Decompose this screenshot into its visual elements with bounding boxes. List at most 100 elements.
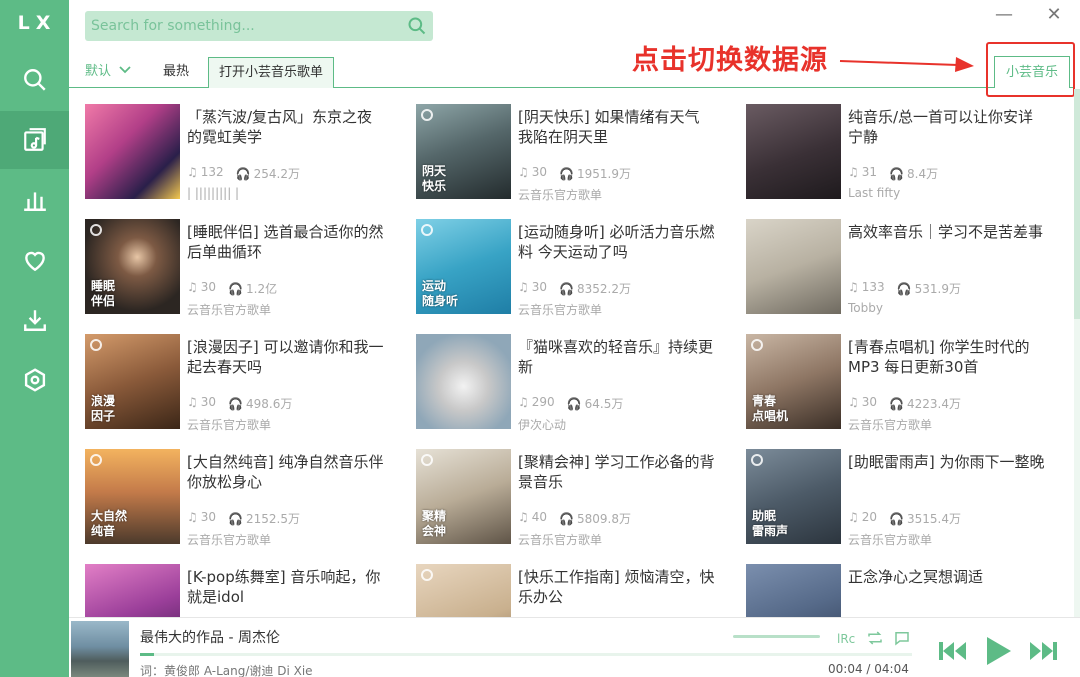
- play-count: 🎧 531.9万: [897, 280, 961, 297]
- playlist-cover[interactable]: 助眠 雷雨声: [746, 449, 841, 544]
- song-count-value: 30: [531, 280, 548, 294]
- playlist-card[interactable]: 纯音乐/总一首可以让你安详宁静 ♫ 31 🎧 8.4万 Last fifty: [746, 104, 1066, 214]
- playlist-cover[interactable]: 浪漫 因子: [85, 334, 180, 429]
- playlist-title[interactable]: 纯音乐/总一首可以让你安详宁静: [848, 107, 1048, 147]
- sort-label: 默认: [85, 64, 112, 79]
- song-count: ♫ 31: [848, 165, 877, 182]
- playlist-cover[interactable]: 阴天 快乐: [416, 104, 511, 199]
- player-title[interactable]: 最伟大的作品 - 周杰伦: [140, 627, 280, 647]
- comment-icon[interactable]: [893, 629, 911, 647]
- playlist-title[interactable]: [助眠雷雨声] 为你雨下一整晚: [848, 452, 1048, 472]
- volume-slider[interactable]: [733, 635, 820, 638]
- playlist-meta: ♫ 30 🎧 8352.2万: [518, 280, 728, 297]
- playlist-cover[interactable]: [746, 564, 841, 617]
- music-note-icon: ♫: [187, 395, 198, 409]
- playlist-cover[interactable]: 运动 随身听: [416, 219, 511, 314]
- nav-leaderboard[interactable]: [0, 171, 69, 229]
- playlist-title[interactable]: [运动随身听] 必听活力音乐燃料 今天运动了吗: [518, 222, 718, 262]
- scrollbar-thumb[interactable]: [1074, 89, 1080, 319]
- close-button[interactable]: ✕: [1044, 6, 1064, 26]
- playlist-title[interactable]: [浪漫因子] 可以邀请你和我一起去春天吗: [187, 337, 387, 377]
- playlist-card[interactable]: 睡眠 伴侣 [睡眠伴侣] 选首最合适你的然后单曲循环 ♫ 30 🎧 1.2亿 云音乐官方歌单: [85, 219, 405, 329]
- playlist-meta: ♫ 30 🎧 4223.4万: [848, 395, 1058, 412]
- search-input[interactable]: [85, 11, 395, 41]
- player-lyric: 词：黄俊郎 A-Lang/谢迪 Di Xie: [140, 664, 313, 677]
- playlist-cover[interactable]: 聚精 会神: [416, 449, 511, 544]
- playlist-title[interactable]: [阴天快乐] 如果情绪有天气 我陷在阴天里: [518, 107, 718, 147]
- cover-caption: 浪漫 因子: [91, 394, 116, 423]
- play-icon[interactable]: [983, 635, 1013, 667]
- playlist-cover[interactable]: [746, 219, 841, 314]
- playlist-card[interactable]: 浪漫 因子 [浪漫因子] 可以邀请你和我一起去春天吗 ♫ 30 🎧 498.6万 云音乐官方…: [85, 334, 405, 444]
- nav-download[interactable]: [0, 291, 69, 349]
- music-note-icon: ♫: [518, 165, 529, 179]
- playlist-cover[interactable]: 睡眠 伴侣: [85, 219, 180, 314]
- playlist-card[interactable]: [快乐工作指南] 烦恼清空，快乐办公: [416, 564, 736, 617]
- playlist-cover[interactable]: [85, 104, 180, 199]
- playlist-card[interactable]: [K-pop练舞室] 音乐响起，你就是idol: [85, 564, 405, 617]
- playlist-title[interactable]: 正念净心之冥想调适: [848, 567, 1048, 587]
- previous-icon[interactable]: [937, 638, 969, 664]
- playlist-title[interactable]: [快乐工作指南] 烦恼清空，快乐办公: [518, 567, 718, 607]
- repeat-icon[interactable]: [866, 629, 884, 647]
- music-note-icon: ♫: [187, 510, 198, 524]
- next-icon[interactable]: [1027, 638, 1059, 664]
- sidebar: LX: [0, 0, 69, 677]
- playlist-card[interactable]: 运动 随身听 [运动随身听] 必听活力音乐燃料 今天运动了吗 ♫ 30 🎧 8352.2万…: [416, 219, 736, 329]
- playlist-cover[interactable]: [746, 104, 841, 199]
- playlist-title[interactable]: [青春点唱机] 你学生时代的MP3 每日更新30首: [848, 337, 1048, 377]
- nav-settings[interactable]: [0, 351, 69, 409]
- playlist-card[interactable]: 正念净心之冥想调适: [746, 564, 1066, 617]
- nav-songlist[interactable]: [0, 111, 69, 169]
- playlist-cover[interactable]: [416, 334, 511, 429]
- minimize-button[interactable]: —: [994, 6, 1014, 26]
- songlist-icon: [23, 128, 46, 151]
- playlist-title[interactable]: 「蒸汽波/复古风」东京之夜的霓虹美学: [187, 107, 387, 147]
- playlist-title[interactable]: [K-pop练舞室] 音乐响起，你就是idol: [187, 567, 387, 607]
- music-note-icon: ♫: [848, 165, 859, 179]
- playlist-card[interactable]: 聚精 会神 [聚精会神] 学习工作必备的背景音乐 ♫ 40 🎧 5809.8万 云音乐官方歌…: [416, 449, 736, 559]
- playlist-card[interactable]: 「蒸汽波/复古风」东京之夜的霓虹美学 ♫ 132 🎧 254.2万 | |||||||||…: [85, 104, 405, 214]
- headphones-icon: 🎧: [228, 397, 243, 411]
- scrollbar[interactable]: [1074, 89, 1080, 617]
- search-icon[interactable]: [407, 16, 427, 36]
- playlist-cover[interactable]: [85, 564, 180, 617]
- playlist-meta: ♫ 20 🎧 3515.4万: [848, 510, 1058, 527]
- playlist-meta: ♫ 30 🎧 2152.5万: [187, 510, 397, 527]
- playlist-meta: ♫ 30 🎧 1951.9万: [518, 165, 728, 182]
- playlist-title[interactable]: 『猫咪喜欢的轻音乐』持续更新: [518, 337, 718, 377]
- playlist-author: 云音乐官方歌单: [187, 418, 272, 432]
- playlist-card[interactable]: 『猫咪喜欢的轻音乐』持续更新 ♫ 290 🎧 64.5万 伊次心动: [416, 334, 736, 444]
- play-count: 🎧 8.4万: [889, 165, 938, 182]
- playlist-meta: ♫ 30 🎧 498.6万: [187, 395, 397, 412]
- playlist-card[interactable]: 阴天 快乐 [阴天快乐] 如果情绪有天气 我陷在阴天里 ♫ 30 🎧 1951.9万 云音乐…: [416, 104, 736, 214]
- playlist-card[interactable]: 大自然 纯音 [大自然纯音] 纯净自然音乐伴你放松身心 ♫ 30 🎧 2152.5万 云音乐…: [85, 449, 405, 559]
- sort-dropdown[interactable]: 默认: [85, 56, 132, 88]
- search-box: [85, 11, 433, 41]
- playlist-cover[interactable]: 大自然 纯音: [85, 449, 180, 544]
- progress-bar[interactable]: [140, 653, 912, 656]
- playlist-meta: ♫ 132 🎧 254.2万: [187, 165, 397, 182]
- playlist-title[interactable]: [大自然纯音] 纯净自然音乐伴你放松身心: [187, 452, 387, 492]
- nav-favorite[interactable]: [0, 231, 69, 289]
- playlist-card[interactable]: 高效率音乐｜学习不是苦差事 ♫ 133 🎧 531.9万 Tobby: [746, 219, 1066, 329]
- playlist-cover[interactable]: 青春 点唱机: [746, 334, 841, 429]
- playlist-card[interactable]: 青春 点唱机 [青春点唱机] 你学生时代的MP3 每日更新30首 ♫ 30 🎧 4223.…: [746, 334, 1066, 444]
- playlist-title[interactable]: [聚精会神] 学习工作必备的背景音乐: [518, 452, 718, 492]
- play-count-value: 1951.9万: [577, 167, 631, 181]
- playlist-cover[interactable]: [416, 564, 511, 617]
- playlist-card[interactable]: 助眠 雷雨声 [助眠雷雨声] 为你雨下一整晚 ♫ 20 🎧 3515.4万 云音乐官方歌单: [746, 449, 1066, 559]
- lyric-toggle-icon[interactable]: lRc: [837, 629, 857, 647]
- tab-hot[interactable]: 最热: [163, 56, 189, 88]
- open-songlist-button[interactable]: 打开小芸音乐歌单: [208, 57, 335, 88]
- playlist-meta: ♫ 133 🎧 531.9万: [848, 280, 1058, 297]
- playlist-title[interactable]: 高效率音乐｜学习不是苦差事: [848, 222, 1048, 242]
- player-cover[interactable]: [71, 621, 129, 677]
- song-count-value: 132: [200, 165, 224, 179]
- svg-text:lRc: lRc: [837, 632, 855, 646]
- nav-search[interactable]: [0, 51, 69, 109]
- cover-caption: 大自然 纯音: [91, 509, 128, 538]
- cover-caption: 运动 随身听: [422, 279, 459, 308]
- playlist-title[interactable]: [睡眠伴侣] 选首最合适你的然后单曲循环: [187, 222, 387, 262]
- cover-caption: 聚精 会神: [422, 509, 447, 538]
